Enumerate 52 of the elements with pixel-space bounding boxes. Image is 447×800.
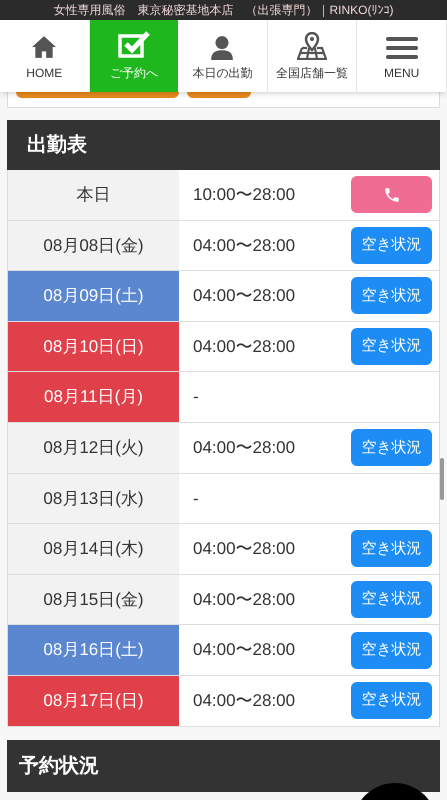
nav-tab[interactable]: ご予約へ bbox=[90, 20, 178, 92]
section-title: 出勤表 bbox=[27, 133, 87, 158]
date-cell: 08月16日(土) bbox=[8, 625, 179, 675]
hours-text: - bbox=[193, 386, 199, 408]
button[interactable] bbox=[187, 92, 251, 98]
availability-button[interactable]: 空き状況 bbox=[351, 530, 432, 568]
phone-icon bbox=[382, 186, 400, 204]
date-cell: 本日 bbox=[8, 170, 179, 220]
availability-button[interactable]: 空き状況 bbox=[351, 581, 432, 618]
hours-text: 04:00〜28:00 bbox=[193, 538, 296, 560]
hours-text: 10:00〜28:00 bbox=[193, 184, 296, 206]
availability-button[interactable]: 空き状況 bbox=[351, 226, 432, 264]
hours-text: 04:00〜28:00 bbox=[193, 285, 296, 308]
nav-label: MENU bbox=[384, 65, 420, 82]
nav-label: 本日の出勤 bbox=[192, 65, 252, 82]
date-cell: 08月09日(土) bbox=[8, 271, 179, 321]
hours-text: 04:00〜28:00 bbox=[193, 234, 296, 257]
date-cell: 08月13日(水) bbox=[8, 474, 179, 524]
nav-tab[interactable]: MENU bbox=[357, 20, 447, 92]
hours-text: 04:00〜28:00 bbox=[193, 437, 296, 460]
date-cell: 08月10日(日) bbox=[8, 322, 179, 372]
menu-icon bbox=[386, 36, 418, 60]
date-cell: 08月15日(金) bbox=[8, 574, 179, 624]
nav-label: HOME bbox=[26, 65, 62, 82]
nav-tab[interactable]: HOME bbox=[0, 20, 90, 92]
nav-tab[interactable]: 本日の出勤 bbox=[178, 20, 268, 92]
hours-text: 04:00〜28:00 bbox=[193, 336, 296, 358]
date-cell: 08月17日(日) bbox=[8, 676, 179, 726]
availability-button[interactable]: 空き状況 bbox=[351, 277, 432, 314]
hours-text: 04:00〜28:00 bbox=[193, 639, 296, 662]
shop-title: 女性専用風俗 東京秘密基地本店 （出張専門）｜RINKO(ﾘﾝｺ) bbox=[54, 2, 394, 19]
nav-label: ご予約へ bbox=[110, 65, 158, 82]
nav-label: 全国店舗一覧 bbox=[276, 65, 348, 82]
availability-button[interactable]: 空き状況 bbox=[351, 682, 432, 720]
availability-button[interactable]: 空き状況 bbox=[351, 429, 432, 466]
scrollbar bbox=[440, 458, 444, 500]
section-title: 予約状況 bbox=[19, 754, 99, 779]
nav-tab[interactable]: 全国店舗一覧 bbox=[268, 20, 358, 92]
date-cell: 08月14日(木) bbox=[8, 524, 179, 574]
call-button[interactable] bbox=[351, 176, 432, 214]
map-pin-icon bbox=[297, 32, 328, 60]
availability-button[interactable]: 空き状況 bbox=[351, 632, 432, 669]
availability-button[interactable]: 空き状況 bbox=[351, 328, 432, 366]
date-cell: 08月11日(月) bbox=[8, 372, 179, 422]
date-cell: 08月12日(火) bbox=[8, 422, 179, 473]
home-icon bbox=[31, 34, 58, 60]
date-cell: 08月08日(金) bbox=[8, 220, 179, 270]
person-icon bbox=[209, 34, 236, 60]
hours-text: - bbox=[193, 488, 199, 510]
hours-text: 04:00〜28:00 bbox=[193, 588, 296, 611]
checkbox-icon bbox=[116, 30, 151, 60]
hours-text: 04:00〜28:00 bbox=[193, 690, 296, 712]
